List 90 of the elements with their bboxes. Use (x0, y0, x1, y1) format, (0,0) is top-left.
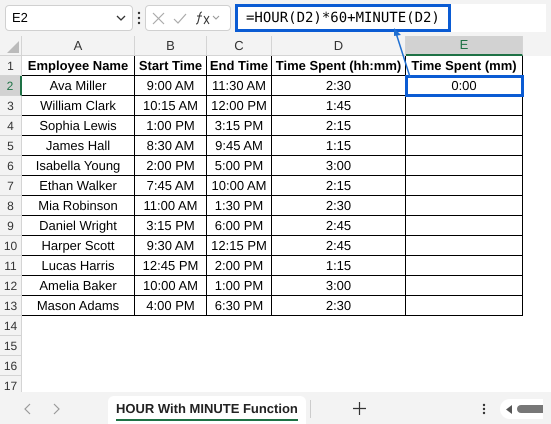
add-sheet-icon[interactable] (352, 402, 366, 415)
table-cell: 5:00 PM (207, 156, 272, 176)
row-header[interactable]: 7 (0, 176, 22, 196)
more-options-icon[interactable] (137, 11, 141, 25)
column-header[interactable]: A (22, 36, 135, 56)
table-cell: 3:15 PM (135, 216, 207, 236)
check-icon[interactable] (173, 12, 187, 24)
table-cell: 2:00 PM (135, 156, 207, 176)
table-cell: Daniel Wright (22, 216, 135, 236)
table-cell: 12:15 PM (207, 236, 272, 256)
column-header[interactable]: D (272, 36, 406, 56)
row-header[interactable]: 3 (0, 96, 22, 116)
column-title: End Time (207, 56, 272, 76)
formula-field[interactable]: =HOUR(D2)*60+MINUTE(D2) (235, 4, 451, 32)
row-header[interactable]: 6 (0, 156, 22, 176)
chevron-down-icon (116, 15, 126, 21)
table-cell: 10:00 AM (135, 276, 207, 296)
table-cell: 11:00 AM (135, 196, 207, 216)
table-cell: Harper Scott (22, 236, 135, 256)
row-header[interactable]: 11 (0, 256, 22, 276)
name-box[interactable]: E2 (5, 5, 133, 31)
table-cell: 2:45 (272, 216, 406, 236)
row-header[interactable]: 15 (0, 336, 22, 356)
table-cell: 9:30 AM (135, 236, 207, 256)
row-header[interactable]: 1 (0, 56, 22, 76)
table-cell: 1:15 (272, 256, 406, 276)
table-cell: Amelia Baker (22, 276, 135, 296)
table-cell: 0:00 (406, 76, 523, 96)
next-sheet-icon[interactable] (53, 403, 60, 415)
table-cell: 2:30 (272, 296, 406, 316)
row-header[interactable]: 9 (0, 216, 22, 236)
more-options-icon[interactable] (482, 403, 486, 415)
cell-reference: E2 (12, 9, 28, 28)
table-cell: 10:15 AM (135, 96, 207, 116)
table-cell: James Hall (22, 136, 135, 156)
table-cell: 1:15 (272, 136, 406, 156)
table-cell: 1:45 (272, 96, 406, 116)
table-cell: Mason Adams (22, 296, 135, 316)
table-cell: 2:45 (272, 236, 406, 256)
row-header[interactable]: 8 (0, 196, 22, 216)
table-cell: Isabella Young (22, 156, 135, 176)
table-cell: 2:00 PM (207, 256, 272, 276)
column-title: Employee Name (22, 56, 135, 76)
table-cell: 1:00 PM (207, 276, 272, 296)
column-header[interactable]: C (207, 36, 272, 56)
table-cell: 2:30 (272, 76, 406, 96)
row-header[interactable]: 16 (0, 356, 22, 376)
table-cell: 4:00 PM (135, 296, 207, 316)
table-cell: Mia Robinson (22, 196, 135, 216)
table-cell: 12:00 PM (207, 96, 272, 116)
row-header[interactable]: 13 (0, 296, 22, 316)
table-cell: Ethan Walker (22, 176, 135, 196)
table-cell: 2:15 (272, 176, 406, 196)
table-cell: Lucas Harris (22, 256, 135, 276)
column-title: Time Spent (mm) (406, 56, 523, 76)
table-cell: 1:00 PM (135, 116, 207, 136)
table-cell: 8:30 AM (135, 136, 207, 156)
row-header[interactable]: 10 (0, 236, 22, 256)
column-header[interactable]: E (406, 36, 523, 56)
formula-text: =HOUR(D2)*60+MINUTE(D2) (246, 8, 440, 28)
table-cell: 11:30 AM (207, 76, 272, 96)
table-cell: Ava Miller (22, 76, 135, 96)
table-cell: 3:15 PM (207, 116, 272, 136)
column-header[interactable]: B (135, 36, 207, 56)
row-header[interactable]: 12 (0, 276, 22, 296)
previous-sheet-icon[interactable] (24, 403, 31, 415)
row-header[interactable]: 5 (0, 136, 22, 156)
table-cell: 2:15 (272, 116, 406, 136)
table-cell: 12:45 PM (135, 256, 207, 276)
table-cell: 7:45 AM (135, 176, 207, 196)
table-cell: 9:00 AM (135, 76, 207, 96)
horizontal-scrollbar[interactable] (500, 399, 543, 419)
column-title: Start Time (135, 56, 207, 76)
column-title: Time Spent (hh:mm) (272, 56, 406, 76)
table-cell: 10:00 AM (207, 176, 272, 196)
table-cell: 9:45 AM (207, 136, 272, 156)
table-cell: 1:30 PM (207, 196, 272, 216)
table-cell: 6:30 PM (207, 296, 272, 316)
table-cell: William Clark (22, 96, 135, 116)
table-cell: Sophia Lewis (22, 116, 135, 136)
function-icon[interactable] (195, 11, 221, 25)
row-header[interactable]: 4 (0, 116, 22, 136)
table-cell: 2:30 (272, 196, 406, 216)
table-cell: 3:00 (272, 276, 406, 296)
scroll-left-icon[interactable] (506, 404, 512, 414)
row-header[interactable]: 2 (0, 76, 22, 96)
row-header[interactable]: 14 (0, 316, 22, 336)
sheet-tab[interactable]: HOUR With MINUTE Function (108, 396, 306, 424)
table-cell: 3:00 (272, 156, 406, 176)
table-cell: 6:00 PM (207, 216, 272, 236)
